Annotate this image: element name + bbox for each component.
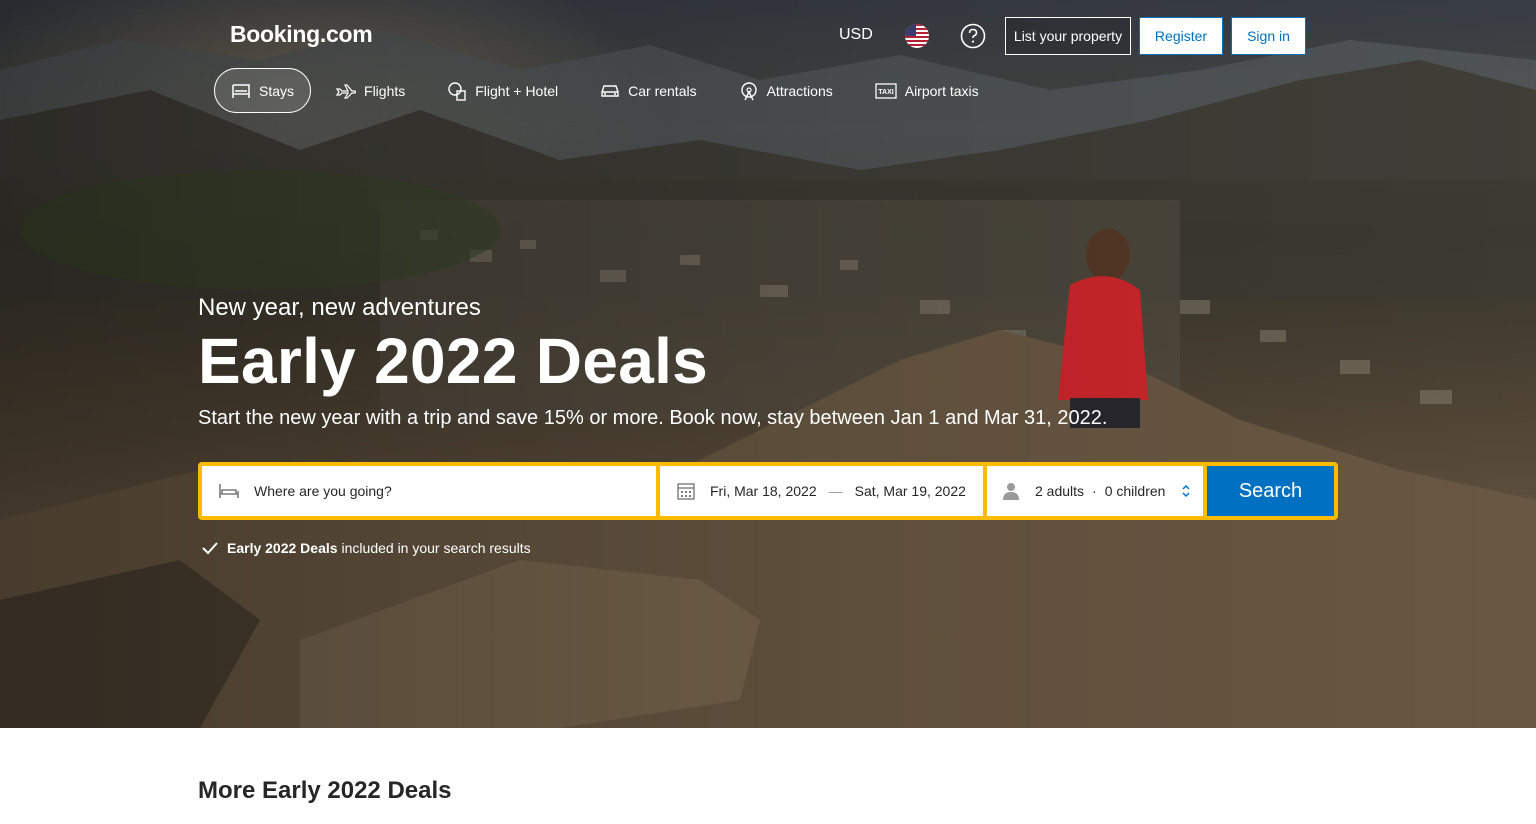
search-button[interactable]: Search (1207, 466, 1334, 516)
nav-item-attractions[interactable]: Attractions (722, 68, 850, 113)
person-icon (1001, 481, 1021, 501)
help-icon[interactable] (960, 23, 986, 49)
nav-item-airport-taxis[interactable]: TAXI Airport taxis (858, 68, 996, 113)
nav-item-label: Car rentals (628, 82, 697, 99)
nav-item-stays[interactable]: Stays (214, 68, 312, 113)
date-separator: — (828, 483, 843, 499)
hero-headline: Early 2022 Deals (198, 325, 709, 397)
section-title: More Early 2022 Deals (198, 777, 452, 804)
nav-item-label: Airport taxis (904, 82, 979, 99)
chevron-updown-icon[interactable] (1181, 484, 1191, 501)
nav-item-label: Attractions (766, 82, 833, 99)
booking-logo[interactable]: Booking.com (230, 21, 373, 48)
destination-field[interactable]: Where are you going? (202, 466, 656, 516)
flight-hotel-icon (448, 81, 466, 101)
us-flag-icon[interactable] (905, 24, 929, 48)
hero-tagline: Start the new year with a trip and save … (198, 407, 1108, 429)
car-icon (601, 84, 619, 97)
deals-note-text: included in your search results (341, 540, 531, 556)
nav-item-label: Flights (364, 82, 406, 99)
checkmark-icon (202, 542, 218, 555)
checkout-date[interactable]: Sat, Mar 19, 2022 (855, 483, 966, 499)
deals-included-note: Early 2022 Deals included in your search… (201, 540, 531, 556)
plane-icon (336, 83, 357, 99)
nav-item-label: Stays (259, 82, 295, 99)
hero-subheading: New year, new adventures (198, 294, 481, 321)
nav-item-label: Flight + Hotel (475, 82, 559, 99)
guests-separator: · (1092, 483, 1097, 499)
sign-in-button[interactable]: Sign in (1231, 17, 1306, 55)
currency-selector[interactable]: USD (839, 26, 873, 44)
taxi-icon: TAXI (875, 82, 897, 99)
nav-item-flights[interactable]: Flights (319, 68, 422, 113)
guests-field[interactable]: 2 adults · 0 children (987, 466, 1203, 516)
date-field[interactable]: Fri, Mar 18, 2022 — Sat, Mar 19, 2022 (660, 466, 983, 516)
attractions-icon (740, 81, 757, 100)
nav-item-flight-hotel[interactable]: Flight + Hotel (430, 68, 575, 113)
calendar-icon (676, 481, 696, 501)
list-property-button[interactable]: List your property (1005, 17, 1131, 55)
children-count: 0 children (1104, 483, 1166, 499)
nav-item-car-rentals[interactable]: Car rentals (583, 68, 713, 113)
bed-icon (232, 83, 250, 98)
svg-text:TAXI: TAXI (878, 89, 893, 96)
register-button[interactable]: Register (1139, 17, 1223, 55)
bed-icon (218, 483, 240, 499)
product-nav: Stays Flights Flight + Hotel Car rentals… (214, 68, 1004, 113)
search-bar: Where are you going? Fri, Mar 18, 2022 —… (198, 462, 1338, 520)
destination-input[interactable]: Where are you going? (254, 483, 392, 499)
checkin-date[interactable]: Fri, Mar 18, 2022 (710, 483, 817, 499)
deals-note-bold: Early 2022 Deals (227, 540, 338, 556)
adults-count: 2 adults (1035, 483, 1085, 499)
